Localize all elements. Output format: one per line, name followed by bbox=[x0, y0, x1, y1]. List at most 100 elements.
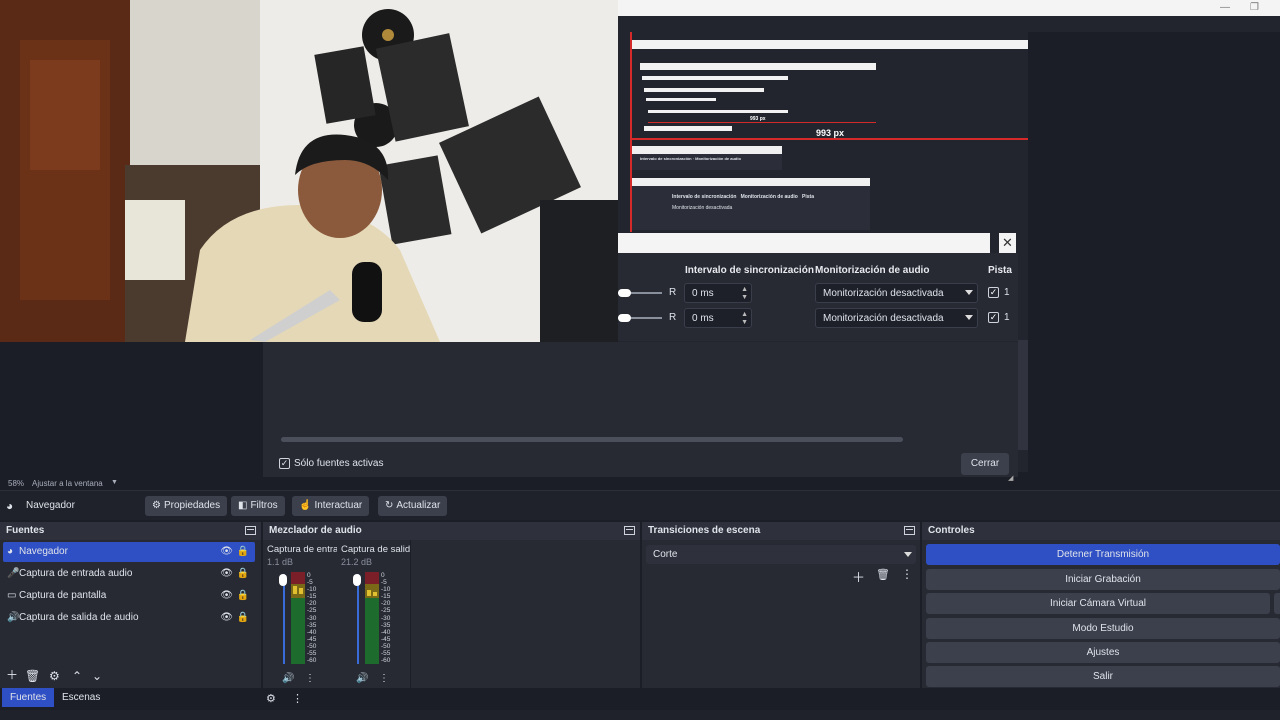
horizontal-scrollbar[interactable] bbox=[281, 437, 903, 442]
undock-icon[interactable] bbox=[245, 526, 256, 535]
webcam-video bbox=[0, 0, 618, 342]
chevron-down-icon[interactable]: ▼ bbox=[111, 479, 118, 486]
lock-icon[interactable]: 🔒 bbox=[237, 564, 249, 584]
zoom-select[interactable]: Ajustar a la ventana bbox=[32, 479, 103, 488]
exit-button[interactable]: Salir bbox=[926, 666, 1280, 687]
refresh-icon: ↻ bbox=[385, 500, 394, 511]
trash-icon[interactable]: 🗑 bbox=[25, 669, 40, 683]
chevron-down-icon[interactable]: ⌄ bbox=[92, 669, 102, 683]
refresh-button[interactable]: ↻ Actualizar bbox=[378, 496, 448, 516]
preview-canvas[interactable]: — ❐ 993 px 993 px Intervalo de sincroniz… bbox=[0, 0, 1280, 482]
track-label: 1 bbox=[1004, 312, 1010, 323]
audio-mixer-dock: Mezclador de audio Captura de entra 1.1 … bbox=[263, 522, 640, 688]
tab-sources[interactable]: Fuentes bbox=[2, 688, 55, 707]
track-checkbox[interactable]: ✓ bbox=[988, 312, 999, 323]
controls-dock-title: Controles bbox=[922, 522, 1280, 540]
transitions-title: Transiciones de escena bbox=[648, 525, 761, 536]
spin-up-icon[interactable]: ▲ bbox=[741, 311, 748, 319]
eye-icon[interactable]: 👁 bbox=[220, 608, 233, 628]
slider-knob[interactable] bbox=[618, 314, 631, 322]
add-icon[interactable]: ＋ bbox=[852, 567, 865, 586]
db-tick: -15 bbox=[307, 593, 317, 601]
more-icon[interactable]: ⋮ bbox=[292, 692, 303, 705]
eye-icon[interactable]: 👁 bbox=[220, 564, 233, 584]
db-tick: -40 bbox=[381, 628, 391, 636]
captured-window-titlebar: — ❐ bbox=[618, 0, 1280, 16]
db-tick: 0 bbox=[381, 572, 385, 579]
lock-icon[interactable]: 🔒 bbox=[237, 586, 249, 606]
volume-meter bbox=[365, 572, 379, 664]
more-icon[interactable]: ⋮ bbox=[379, 673, 389, 684]
status-bar bbox=[0, 710, 1280, 720]
virtual-camera-settings-button[interactable] bbox=[1274, 593, 1280, 614]
transition-select[interactable]: Corte bbox=[646, 545, 916, 564]
interact-button[interactable]: ☝ Interactuar bbox=[292, 496, 370, 516]
source-label: Captura de salida de audio bbox=[19, 612, 139, 623]
volume-slider[interactable] bbox=[279, 574, 287, 664]
chevron-up-icon[interactable]: ⌃ bbox=[72, 669, 82, 683]
add-icon[interactable]: ＋ bbox=[6, 666, 18, 683]
settings-button[interactable]: Ajustes bbox=[926, 642, 1280, 663]
source-item-audio-output[interactable]: 🔊 Captura de salida de audio 👁 🔒 bbox=[3, 608, 255, 628]
monitoring-value: Monitorización desactivada bbox=[823, 288, 944, 299]
undock-icon[interactable] bbox=[624, 526, 635, 535]
track-checkbox[interactable]: ✓ bbox=[988, 287, 999, 298]
db-scale: 0 -5 -10 -15 -20 -25 -30 -35 -40 -45 -50 -55 -60 bbox=[307, 572, 316, 664]
mixer-title: Mezclador de audio bbox=[269, 525, 362, 536]
db-tick: -50 bbox=[381, 642, 391, 650]
sync-offset-spinbox[interactable]: 0 ms ▲ ▼ bbox=[684, 308, 752, 328]
filters-button[interactable]: ◧ Filtros bbox=[231, 496, 285, 516]
balance-slider[interactable] bbox=[618, 314, 662, 322]
spin-up-icon[interactable]: ▲ bbox=[741, 286, 748, 294]
spin-down-icon[interactable]: ▼ bbox=[741, 319, 748, 327]
volume-slider[interactable] bbox=[353, 574, 361, 664]
tab-scenes[interactable]: Escenas bbox=[54, 688, 108, 707]
selected-source-name: Navegador bbox=[26, 500, 75, 511]
studio-mode-button[interactable]: Modo Estudio bbox=[926, 618, 1280, 639]
speaker-icon[interactable]: 🔊 bbox=[356, 673, 368, 684]
spin-down-icon[interactable]: ▼ bbox=[741, 294, 748, 302]
virtual-camera-button[interactable]: Iniciar Cámara Virtual bbox=[926, 593, 1270, 614]
mixer-settings-icon[interactable]: ⚙ bbox=[266, 692, 276, 705]
speaker-icon[interactable]: 🔊 bbox=[282, 673, 294, 684]
only-active-label: Sólo fuentes activas bbox=[294, 458, 384, 469]
chevron-down-icon bbox=[965, 290, 973, 295]
close-icon[interactable]: ✕ bbox=[999, 233, 1016, 253]
source-item-audio-input[interactable]: 🎤 Captura de entrada audio 👁 🔒 bbox=[3, 564, 255, 584]
slider-knob[interactable] bbox=[353, 574, 361, 586]
more-icon[interactable]: ⋮ bbox=[305, 673, 315, 684]
source-label: Captura de pantalla bbox=[19, 590, 107, 601]
globe-icon: ◕ bbox=[6, 499, 14, 513]
gear-icon[interactable]: ⚙ bbox=[49, 669, 60, 683]
db-tick: -10 bbox=[307, 586, 317, 594]
monitoring-select[interactable]: Monitorización desactivada bbox=[815, 308, 978, 328]
lock-icon[interactable]: 🔒 bbox=[237, 608, 249, 628]
sync-offset-spinbox[interactable]: 0 ms ▲ ▼ bbox=[684, 283, 752, 303]
microphone-icon: 🎤 bbox=[7, 568, 20, 579]
eye-icon[interactable]: 👁 bbox=[220, 586, 233, 606]
balance-slider[interactable] bbox=[618, 289, 662, 297]
trash-icon[interactable]: 🗑 bbox=[876, 568, 890, 581]
more-icon[interactable]: ⋮ bbox=[901, 567, 913, 581]
source-item-navegador[interactable]: ◕ Navegador 👁 🔒 bbox=[3, 542, 255, 562]
close-button[interactable]: Cerrar bbox=[961, 453, 1009, 475]
lock-icon[interactable]: 🔒 bbox=[237, 542, 249, 562]
gear-icon: ⚙ bbox=[152, 500, 161, 511]
monitoring-select[interactable]: Monitorización desactivada bbox=[815, 283, 978, 303]
start-recording-button[interactable]: Iniciar Grabación bbox=[926, 569, 1280, 590]
channel-name: Captura de salid bbox=[341, 544, 411, 555]
slider-knob[interactable] bbox=[618, 289, 631, 297]
source-item-screen-capture[interactable]: ▭ Captura de pantalla 👁 🔒 bbox=[3, 586, 255, 606]
stop-stream-button[interactable]: Detener Transmisión bbox=[926, 544, 1280, 565]
preview-zoom-row: 58% Ajustar a la ventana ▼ bbox=[0, 478, 1280, 490]
channel-db: 1.1 dB bbox=[267, 557, 294, 567]
monitor-icon: ▭ bbox=[7, 590, 17, 601]
only-active-checkbox[interactable]: ✓ bbox=[279, 458, 290, 469]
eye-icon[interactable]: 👁 bbox=[220, 542, 233, 562]
speaker-icon: 🔊 bbox=[7, 612, 20, 623]
slider-knob[interactable] bbox=[279, 574, 287, 586]
db-tick: -35 bbox=[381, 621, 391, 629]
properties-button[interactable]: ⚙ Propiedades bbox=[145, 496, 228, 516]
globe-icon: ◕ bbox=[7, 546, 14, 557]
undock-icon[interactable] bbox=[904, 526, 915, 535]
